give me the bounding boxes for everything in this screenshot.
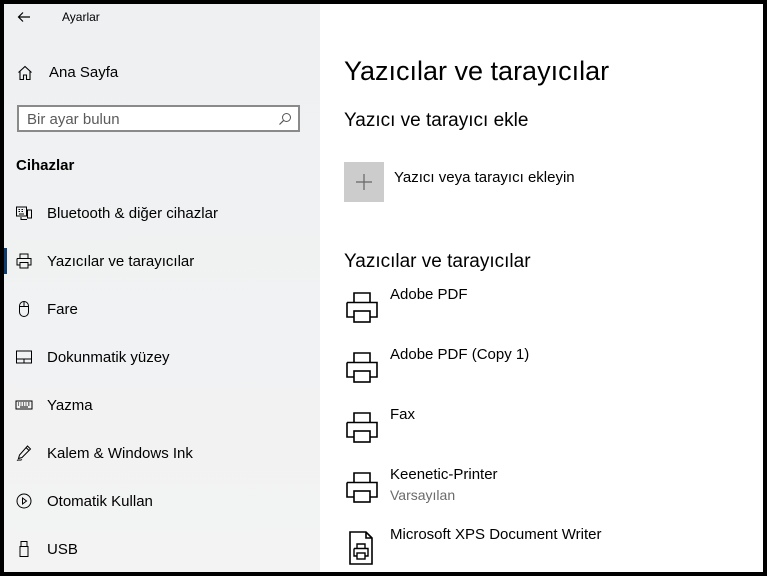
add-section-heading: Yazıcı ve tarayıcı ekle	[344, 110, 529, 131]
sidebar-item-label: Yazma	[47, 397, 93, 414]
printer-item-adobe-pdf[interactable]: Adobe PDF	[344, 286, 744, 338]
autoplay-icon	[16, 493, 32, 509]
sidebar-item-label: Fare	[47, 301, 78, 318]
touchpad-icon	[16, 350, 32, 364]
printer-item-xps[interactable]: Microsoft XPS Document Writer	[344, 526, 744, 572]
title-bar: Ayarlar	[4, 4, 320, 32]
sidebar-item-label: Otomatik Kullan	[47, 493, 153, 510]
sidebar-item-typing[interactable]: Yazma	[4, 385, 320, 425]
sidebar-item-usb[interactable]: USB	[4, 529, 320, 569]
printer-icon	[16, 253, 32, 269]
usb-icon	[19, 541, 29, 557]
document-printer-icon	[349, 531, 373, 565]
search-box[interactable]	[17, 105, 300, 132]
back-button[interactable]	[12, 6, 36, 28]
selection-indicator	[4, 248, 7, 274]
search-icon	[279, 113, 291, 125]
printer-name: Adobe PDF (Copy 1)	[390, 346, 530, 363]
search-input[interactable]	[27, 110, 267, 128]
section-heading-devices: Cihazlar	[16, 157, 75, 174]
printer-icon	[346, 472, 378, 503]
printer-name: Adobe PDF	[390, 286, 468, 303]
add-tile	[344, 162, 384, 202]
printers-list-heading: Yazıcılar ve tarayıcılar	[344, 251, 531, 272]
printer-item-adobe-pdf-copy[interactable]: Adobe PDF (Copy 1)	[344, 346, 744, 398]
add-printer-button[interactable]: Yazıcı veya tarayıcı ekleyin	[344, 162, 744, 204]
sidebar-item-mouse[interactable]: Fare	[4, 289, 320, 329]
home-icon	[18, 65, 32, 81]
keyboard-icon	[15, 400, 33, 410]
sidebar: Ayarlar Ana Sayfa Cihazlar Blueto	[4, 4, 320, 572]
bluetooth-devices-icon	[16, 206, 32, 220]
printer-name: Keenetic-Printer	[390, 466, 498, 483]
printer-icon	[346, 292, 378, 323]
sidebar-item-label: USB	[47, 541, 78, 558]
printer-item-fax[interactable]: Fax	[344, 406, 744, 458]
home-label: Ana Sayfa	[49, 64, 119, 81]
main-content: Yazıcılar ve tarayıcılar Yazıcı ve taray…	[320, 4, 763, 572]
printer-icon	[346, 352, 378, 383]
sidebar-item-label: Dokunmatik yüzey	[47, 349, 170, 366]
settings-window: Ayarlar Ana Sayfa Cihazlar Blueto	[4, 4, 763, 572]
back-arrow-icon	[17, 12, 30, 22]
sidebar-item-bluetooth[interactable]: Bluetooth & diğer cihazlar	[4, 193, 320, 233]
sidebar-item-label: Yazıcılar ve tarayıcılar	[47, 253, 195, 270]
app-title: Ayarlar	[62, 10, 100, 24]
home-nav-item[interactable]: Ana Sayfa	[4, 56, 320, 90]
mouse-icon	[19, 301, 29, 317]
sidebar-item-label: Bluetooth & diğer cihazlar	[47, 205, 218, 222]
sidebar-item-printers[interactable]: Yazıcılar ve tarayıcılar	[4, 241, 320, 281]
printer-name: Microsoft XPS Document Writer	[390, 526, 602, 543]
printer-name: Fax	[390, 406, 416, 423]
page-title: Yazıcılar ve tarayıcılar	[344, 56, 610, 86]
pen-icon	[16, 445, 32, 461]
printer-icon	[346, 412, 378, 443]
add-printer-label: Yazıcı veya tarayıcı ekleyin	[394, 169, 575, 186]
sidebar-item-label: Kalem & Windows Ink	[47, 445, 193, 462]
sidebar-item-autoplay[interactable]: Otomatik Kullan	[4, 481, 320, 521]
sidebar-item-touchpad[interactable]: Dokunmatik yüzey	[4, 337, 320, 377]
plus-icon	[356, 174, 372, 190]
printer-item-keenetic[interactable]: Keenetic-Printer Varsayılan	[344, 466, 744, 518]
sidebar-item-pen[interactable]: Kalem & Windows Ink	[4, 433, 320, 473]
printer-status: Varsayılan	[390, 487, 456, 503]
